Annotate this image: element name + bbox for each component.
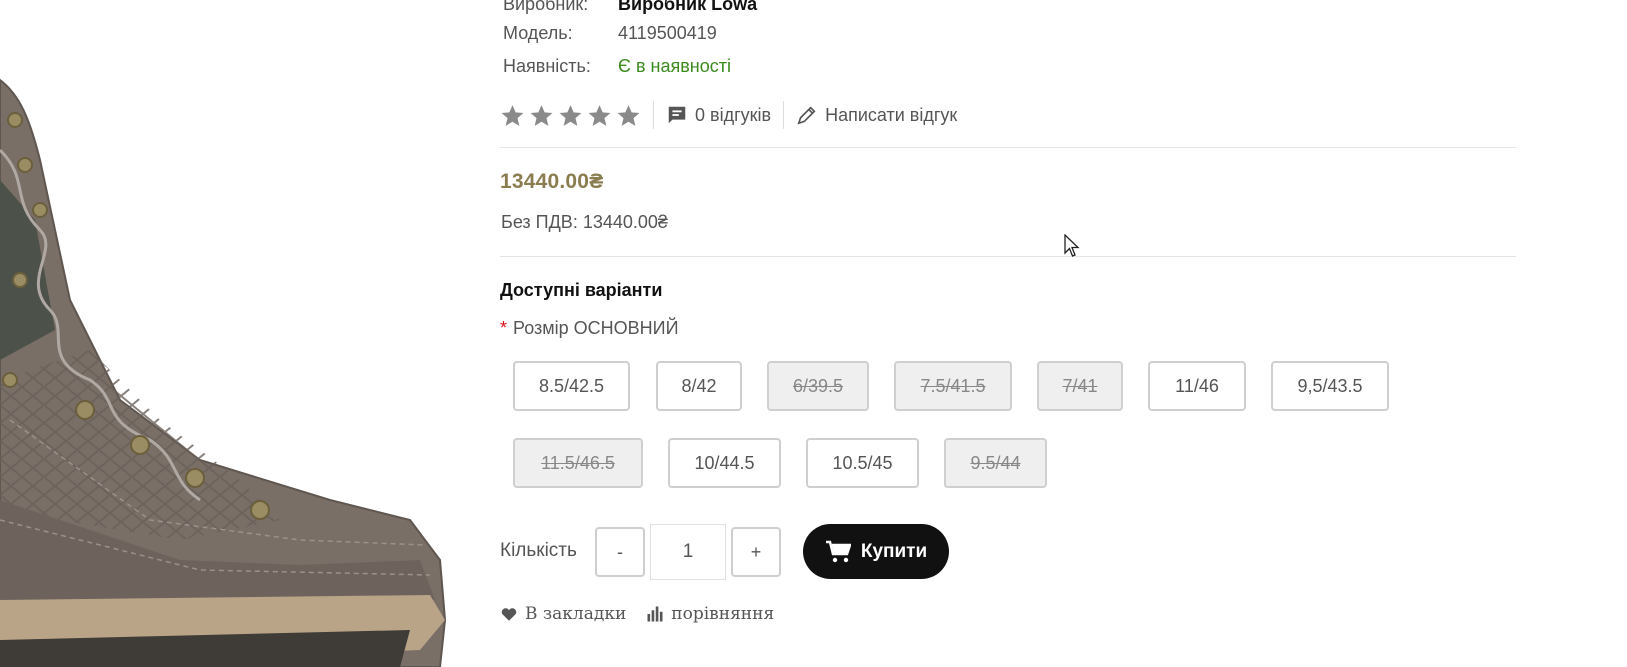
quantity-label: Кількість — [500, 540, 577, 561]
heart-icon — [501, 608, 517, 621]
size-label: Розмір ОСНОВНИЙ — [513, 318, 679, 338]
size-option[interactable]: 8/42 — [656, 361, 742, 411]
size-option-label: * Розмір ОСНОВНИЙ — [500, 318, 679, 339]
size-option[interactable]: 7.5/41.5 — [894, 361, 1012, 411]
reviews-count: 0 відгуків — [695, 104, 772, 125]
size-option[interactable]: 9.5/44 — [944, 438, 1047, 488]
quantity-increase-button[interactable]: + — [731, 527, 781, 577]
size-option[interactable]: 6/39.5 — [767, 361, 869, 411]
spec-availability: Наявність: Є в наявності — [503, 54, 731, 78]
quantity-decrease-button[interactable]: - — [595, 527, 645, 577]
star-icon — [530, 104, 553, 126]
pencil-icon — [797, 106, 816, 125]
rating-row: 0 відгуків Написати відгук — [500, 100, 957, 130]
product-actions: В закладки порівняння — [500, 604, 774, 624]
spec-model: Модель: 4119500419 — [503, 21, 717, 45]
star-icon — [617, 104, 640, 126]
price-no-vat: Без ПДВ: 13440.00₴ — [501, 212, 668, 232]
quantity-input[interactable] — [650, 524, 726, 580]
compare-link[interactable]: порівняння — [646, 604, 774, 624]
size-option[interactable]: 11/46 — [1148, 361, 1246, 411]
options-title: Доступні варіанти — [500, 280, 663, 300]
wishlist-link[interactable]: В закладки — [500, 604, 626, 624]
spec-manufacturer: Виробник: Виробник Lowa — [503, 0, 757, 16]
reviews-link[interactable]: 0 відгуків — [666, 104, 771, 126]
availability-value: Є в наявності — [618, 56, 731, 76]
bar-chart-icon — [647, 606, 663, 622]
size-option[interactable]: 9,5/43.5 — [1271, 361, 1389, 411]
price: 13440.00₴ — [500, 170, 604, 193]
compare-label: порівняння — [671, 604, 775, 624]
divider — [500, 256, 1516, 257]
required-mark: * — [500, 318, 508, 338]
size-option[interactable]: 10/44.5 — [668, 438, 781, 488]
spec-label: Наявність: — [503, 56, 591, 76]
star-icon — [501, 104, 524, 126]
spec-label: Виробник: — [503, 0, 589, 14]
size-option[interactable]: 8.5/42.5 — [513, 361, 630, 411]
manufacturer-link[interactable]: Виробник Lowa — [618, 0, 757, 16]
wishlist-label: В закладки — [525, 604, 627, 624]
divider — [783, 101, 785, 129]
mouse-cursor-icon — [1064, 234, 1080, 257]
buy-button[interactable]: Купити — [803, 524, 949, 579]
star-icon — [559, 104, 582, 126]
product-info: Виробник: Виробник Lowa Модель: 4119500419… — [0, 0, 1627, 667]
spec-label: Модель: — [503, 23, 573, 43]
size-option[interactable]: 11.5/46.5 — [513, 438, 643, 488]
star-icon — [588, 104, 611, 126]
write-review-link[interactable]: Написати відгук — [796, 104, 957, 126]
write-review-label: Написати відгук — [825, 104, 958, 125]
rating-stars — [500, 103, 641, 128]
buy-label: Купити — [860, 540, 928, 562]
model-value: 4119500419 — [618, 23, 717, 43]
size-option[interactable]: 7/41 — [1037, 361, 1123, 411]
divider — [653, 101, 654, 129]
cart-icon — [825, 540, 851, 562]
comment-icon — [668, 106, 686, 124]
size-option[interactable]: 10.5/45 — [806, 438, 919, 488]
divider — [500, 147, 1516, 148]
